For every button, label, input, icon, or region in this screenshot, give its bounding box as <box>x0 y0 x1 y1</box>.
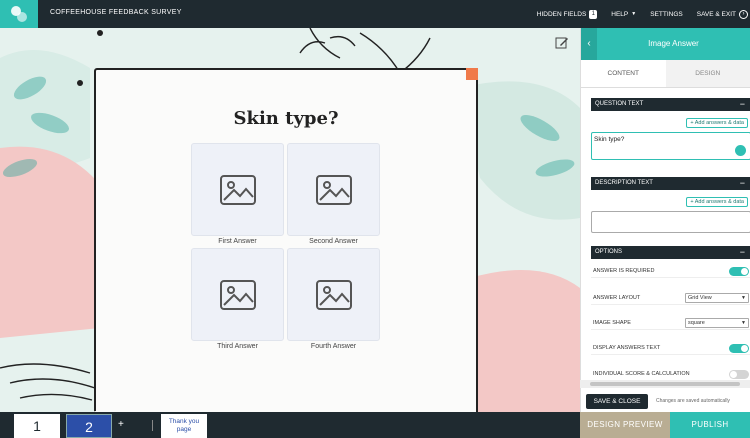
properties-panel: ‹ Image Answer CONTENT DESIGN QUESTION T… <box>580 28 750 412</box>
chevron-down-icon: ▼ <box>741 295 746 301</box>
thank-you-page-tab[interactable]: Thank you page <box>161 414 207 438</box>
answer-option[interactable] <box>287 248 380 341</box>
answer-label: First Answer <box>218 238 257 245</box>
option-image-shape: IMAGE SHAPE square ▼ <box>591 316 750 330</box>
edit-pencil-icon[interactable] <box>555 36 569 50</box>
question-title: Skin type? <box>233 108 339 129</box>
answer-option[interactable] <box>191 143 284 236</box>
app-logo[interactable] <box>0 0 38 28</box>
publish-button[interactable]: PUBLISH <box>670 412 750 438</box>
divider <box>152 420 153 431</box>
option-label: ANSWER LAYOUT <box>593 295 641 301</box>
question-text-section[interactable]: QUESTION TEXT − <box>591 98 750 111</box>
image-placeholder-icon <box>220 175 256 205</box>
chevron-down-icon: ▼ <box>741 320 746 326</box>
add-page-button[interactable]: + <box>118 419 124 430</box>
option-answer-layout: ANSWER LAYOUT Grid View ▼ <box>591 291 750 305</box>
settings-button[interactable]: SETTINGS <box>650 11 683 18</box>
image-shape-select[interactable]: square ▼ <box>685 318 749 328</box>
individual-score-toggle[interactable] <box>729 370 749 379</box>
answer-label: Third Answer <box>217 343 258 350</box>
answer-label: Fourth Answer <box>310 343 357 350</box>
exit-arrow-icon: › <box>739 9 748 19</box>
image-placeholder-icon <box>316 175 352 205</box>
help-menu[interactable]: HELP ▼ <box>611 11 636 18</box>
collapse-icon[interactable]: − <box>740 177 745 190</box>
add-answers-data-button[interactable]: + Add answers & data <box>686 118 748 128</box>
page-tab-2[interactable]: 2 <box>66 414 112 438</box>
question-card[interactable]: Skin type? First Answer Second Answer Th… <box>91 68 478 412</box>
collapse-icon[interactable]: − <box>740 246 745 259</box>
tab-content[interactable]: CONTENT <box>581 60 666 87</box>
survey-title: COFFEEHOUSE FEEDBACK SURVEY <box>50 9 182 16</box>
assistant-icon[interactable] <box>735 145 746 156</box>
select-value: square <box>688 320 705 326</box>
top-nav: HIDDEN FIELDS 1 HELP ▼ SETTINGS SAVE & E… <box>537 0 750 28</box>
display-answers-text-toggle[interactable] <box>729 344 749 353</box>
answer-label: Second Answer <box>309 238 358 245</box>
image-placeholder-icon <box>220 280 256 310</box>
scrollbar-thumb[interactable] <box>590 382 740 386</box>
section-label: OPTIONS <box>595 249 623 255</box>
save-exit-button[interactable]: SAVE & EXIT › <box>696 9 748 19</box>
description-text-input[interactable] <box>591 211 750 233</box>
panel-header: ‹ Image Answer <box>581 28 750 60</box>
survey-canvas: Skin type? First Answer Second Answer Th… <box>0 28 580 412</box>
option-label: IMAGE SHAPE <box>593 320 631 326</box>
answer-required-toggle[interactable] <box>729 267 749 276</box>
select-value: Grid View <box>688 295 712 301</box>
options-section[interactable]: OPTIONS − <box>591 246 750 259</box>
autosave-note: Changes are saved automatically <box>656 398 730 404</box>
panel-tabs: CONTENT DESIGN <box>581 60 750 88</box>
add-answers-data-button[interactable]: + Add answers & data <box>686 197 748 207</box>
panel-title: Image Answer <box>648 39 699 48</box>
option-display-answers-text: DISPLAY ANSWERS TEXT <box>591 341 750 355</box>
answer-option[interactable] <box>287 143 380 236</box>
answer-layout-select[interactable]: Grid View ▼ <box>685 293 749 303</box>
back-chevron-icon[interactable]: ‹ <box>581 28 597 60</box>
hidden-fields-label: HIDDEN FIELDS <box>536 10 587 18</box>
page-tab-1[interactable]: 1 <box>14 414 60 438</box>
top-bar: COFFEEHOUSE FEEDBACK SURVEY HIDDEN FIELD… <box>0 0 750 28</box>
logo-icon <box>11 6 27 22</box>
save-exit-label: SAVE & EXIT <box>696 10 736 18</box>
option-individual-score: INDIVIDUAL SCORE & CALCULATION <box>591 367 750 381</box>
description-text-section[interactable]: DESCRIPTION TEXT − <box>591 177 750 190</box>
question-text-input[interactable]: Skin type? <box>591 132 750 160</box>
option-answer-required: ANSWER IS REQUIRED <box>591 264 750 278</box>
option-label: INDIVIDUAL SCORE & CALCULATION <box>593 371 690 377</box>
option-label: DISPLAY ANSWERS TEXT <box>593 345 661 351</box>
collapse-icon[interactable]: − <box>740 98 745 111</box>
question-text-value: Skin type? <box>594 136 625 143</box>
section-label: QUESTION TEXT <box>595 101 644 107</box>
help-label: HELP <box>611 10 629 18</box>
settings-label: SETTINGS <box>650 10 683 18</box>
design-preview-button[interactable]: DESIGN PREVIEW <box>580 412 670 438</box>
image-placeholder-icon <box>316 280 352 310</box>
answer-option[interactable] <box>191 248 284 341</box>
option-label: ANSWER IS REQUIRED <box>593 268 655 274</box>
tab-design[interactable]: DESIGN <box>665 60 750 87</box>
card-corner-handle[interactable] <box>466 68 478 80</box>
hidden-fields-button[interactable]: HIDDEN FIELDS 1 <box>536 9 598 19</box>
caret-down-icon: ▼ <box>631 11 637 17</box>
panel-scrollbar[interactable] <box>580 380 750 388</box>
section-label: DESCRIPTION TEXT <box>595 180 653 186</box>
hidden-fields-count-badge: 1 <box>589 9 598 19</box>
save-close-button[interactable]: SAVE & CLOSE <box>586 394 648 409</box>
